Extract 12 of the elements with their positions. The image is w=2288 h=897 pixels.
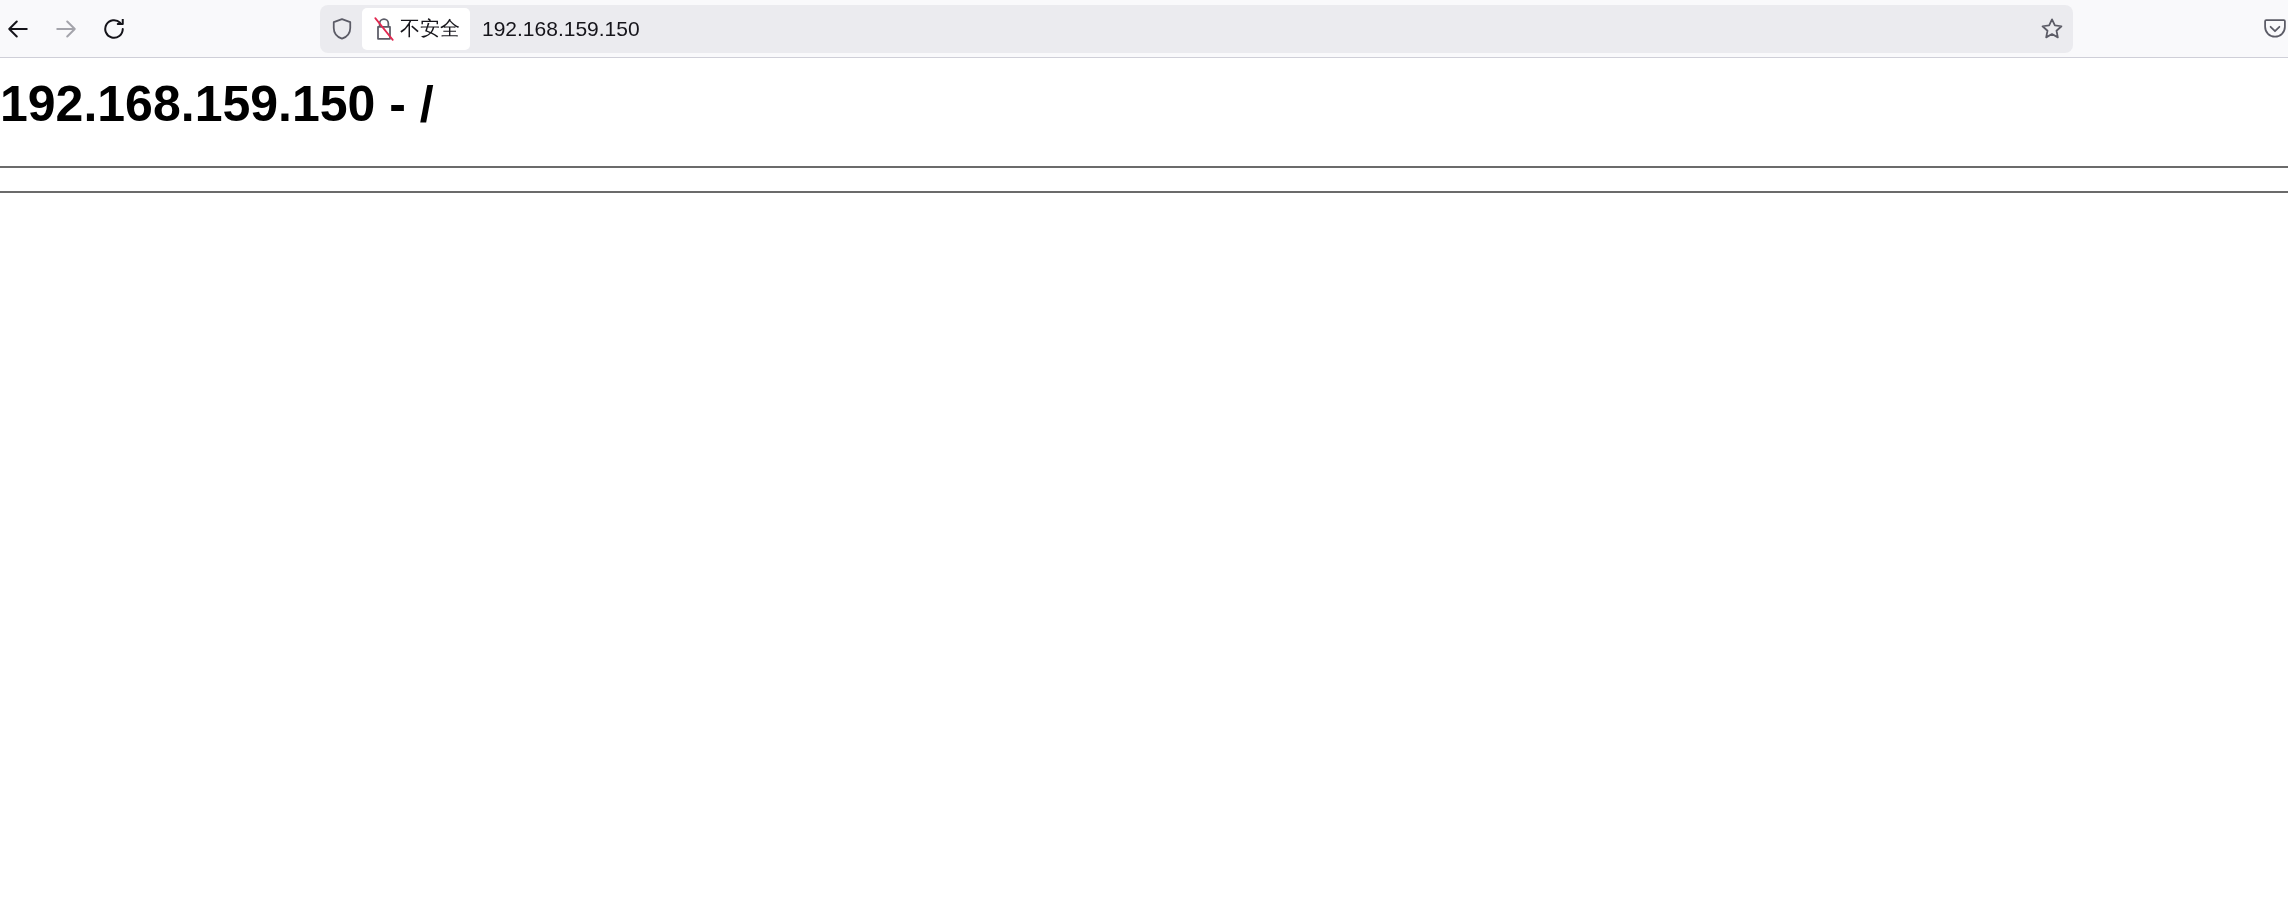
- pocket-icon[interactable]: [2264, 18, 2286, 39]
- shield-icon[interactable]: [332, 17, 352, 40]
- url-text[interactable]: 192.168.159.150: [482, 16, 640, 41]
- security-label: 不安全: [400, 16, 460, 41]
- security-indicator[interactable]: 不安全: [362, 7, 470, 50]
- back-arrow-icon: [8, 18, 28, 39]
- reload-icon: [104, 18, 124, 39]
- star-icon[interactable]: [2041, 17, 2063, 40]
- lock-slash-icon: [374, 16, 394, 41]
- address-bar[interactable]: 不安全 192.168.159.150: [320, 4, 2073, 53]
- page-heading: 192.168.159.150 - /: [0, 75, 435, 134]
- forward-arrow-icon: [56, 18, 76, 39]
